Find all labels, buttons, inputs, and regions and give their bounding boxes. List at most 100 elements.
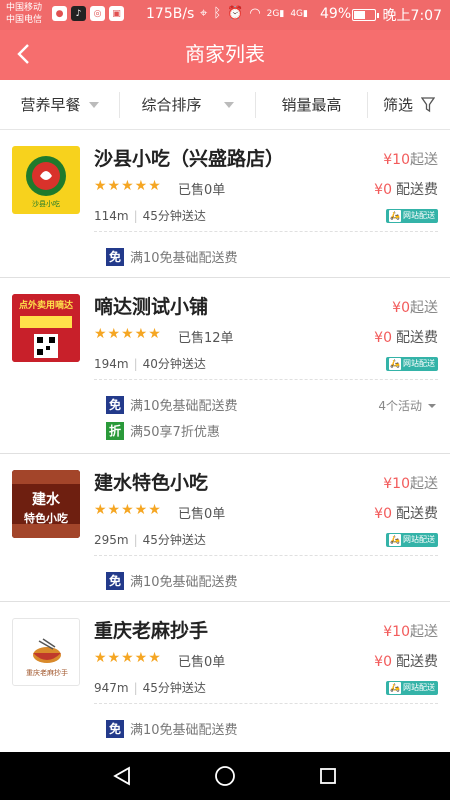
location-icon: ⌖ (200, 6, 208, 21)
merchant-logo: 建水 特色小吃 (12, 470, 80, 538)
scooter-icon: 🛵 (389, 682, 401, 694)
delivery-fee: ¥0 配送费 (374, 182, 438, 198)
merchant-logo: 重庆老麻抄手 (12, 618, 80, 686)
min-order: ¥10起送 (383, 476, 438, 492)
promo-row: 免 满10免基础配送费 (106, 571, 238, 590)
scooter-icon: 🛵 (389, 210, 401, 222)
merchant-list: 沙县小吃 沙县小吃（兴盛路店） ¥10起送 ★★★★★ 已售0单 ¥0 配送费 1… (0, 130, 450, 752)
tiktok-icon: ♪ (71, 6, 86, 21)
rating-stars: ★★★★★ (94, 178, 162, 194)
notification-icons: ● ♪ ◎ ▣ (52, 6, 124, 21)
dida-logo-icon: 点外卖用嘀达 (12, 294, 80, 362)
alarm-icon: ⏰ (227, 6, 244, 21)
page-title: 商家列表 (185, 42, 265, 66)
shaxian-logo-icon: 沙县小吃 (26, 156, 66, 208)
discount-tag: 折 (106, 421, 124, 440)
circle-home-icon (215, 766, 235, 786)
promo-text: 满50享7折优惠 (130, 425, 220, 440)
promo-row: 免 满10免基础配送费 (106, 395, 238, 414)
square-recent-icon (320, 768, 337, 784)
system-nav-bar (0, 752, 450, 800)
promo-row: 免 满10免基础配送费 (106, 719, 238, 738)
scooter-icon: 🛵 (389, 358, 401, 370)
merchant-name: 嘀达测试小铺 (94, 296, 209, 318)
system-icons: ⌖ ᛒ ⏰ ◠ 2G▮ 4G▮ (200, 6, 308, 21)
delivery-badge: 🛵 网站配送 (386, 209, 438, 223)
svg-text:点外卖用嘀达: 点外卖用嘀达 (19, 299, 73, 311)
app-header: 商家列表 (0, 30, 450, 80)
merchant-card[interactable]: 建水 特色小吃 建水特色小吃 ¥10起送 ★★★★★ 已售0单 ¥0 配送费 29… (0, 454, 450, 602)
filter-button[interactable]: 筛选 (368, 92, 450, 118)
network-speed: 175B/s (146, 6, 195, 22)
nav-recent-button[interactable] (313, 761, 343, 791)
carrier-info: 中国移动 中国电信 (6, 2, 42, 26)
signal-icon-2: 4G▮ (290, 8, 308, 19)
back-button[interactable] (8, 39, 38, 69)
chat-icon: ● (52, 6, 67, 21)
divider (94, 703, 438, 704)
free-delivery-tag: 免 (106, 395, 124, 414)
distance-eta: 114m | 45分钟送达 (94, 209, 206, 223)
sales-sort-button[interactable]: 销量最高 (256, 91, 368, 118)
free-delivery-tag: 免 (106, 247, 124, 266)
battery-percent: 49% (320, 6, 352, 22)
gift-icon: ▣ (109, 6, 124, 21)
sold-count: 已售0单 (178, 655, 226, 670)
delivery-fee: ¥0 配送费 (374, 330, 438, 346)
promo-row: 折 满50享7折优惠 (106, 421, 220, 440)
funnel-icon (421, 96, 435, 112)
merchant-card[interactable]: 重庆老麻抄手 重庆老麻抄手 ¥10起送 ★★★★★ 已售0单 ¥0 配送费 947… (0, 602, 450, 752)
divider (94, 231, 438, 232)
min-order: ¥10起送 (383, 152, 438, 168)
nav-back-button[interactable] (107, 761, 137, 791)
sold-count: 已售0单 (178, 507, 226, 522)
svg-text:重庆老麻抄手: 重庆老麻抄手 (26, 668, 68, 677)
carrier-2: 中国电信 (6, 15, 43, 25)
merchant-name: 建水特色小吃 (94, 472, 209, 494)
svg-text:建水: 建水 (32, 491, 61, 508)
merchant-logo: 沙县小吃 (12, 146, 80, 214)
sales-sort-label: 销量最高 (281, 96, 342, 114)
filter-bar: 营养早餐 综合排序 销量最高 筛选 (0, 80, 450, 130)
promo-text: 满10免基础配送费 (130, 575, 238, 590)
delivery-fee: ¥0 配送费 (374, 654, 438, 670)
chevron-down-icon (428, 404, 436, 408)
merchant-card[interactable]: 沙县小吃 沙县小吃（兴盛路店） ¥10起送 ★★★★★ 已售0单 ¥0 配送费 1… (0, 130, 450, 278)
min-order: ¥10起送 (383, 624, 438, 640)
free-delivery-tag: 免 (106, 719, 124, 738)
signal-icon-1: 2G▮ (266, 8, 285, 19)
promo-row: 免 满10免基础配送费 (106, 247, 238, 266)
merchant-logo: 点外卖用嘀达 (12, 294, 80, 362)
category-filter-label: 营养早餐 (20, 96, 81, 114)
battery-icon (352, 9, 379, 21)
rating-stars: ★★★★★ (94, 326, 162, 342)
sort-filter[interactable]: 综合排序 (120, 91, 256, 118)
merchant-name: 重庆老麻抄手 (94, 620, 209, 642)
promo-text: 满10免基础配送费 (130, 399, 238, 414)
jianshui-logo-icon: 建水 特色小吃 (12, 470, 80, 538)
status-bar: 中国移动 中国电信 ● ♪ ◎ ▣ 175B/s ⌖ ᛒ ⏰ ◠ 2G▮ 4G▮… (0, 0, 450, 30)
delivery-badge: 🛵 网站配送 (386, 357, 438, 371)
sold-count: 已售0单 (178, 183, 226, 198)
distance-eta: 947m | 45分钟送达 (94, 681, 206, 695)
filter-label: 筛选 (382, 96, 413, 114)
carrier-1: 中国移动 (6, 3, 43, 13)
merchant-name: 沙县小吃（兴盛路店） (94, 148, 285, 170)
merchant-card[interactable]: 点外卖用嘀达 嘀达测试小铺 ¥0起送 ★★★★★ 已售12单 ¥0 配送费 194… (0, 278, 450, 454)
sold-count: 已售12单 (178, 331, 234, 346)
promo-text: 满10免基础配送费 (130, 251, 238, 266)
promo-text: 满10免基础配送费 (130, 723, 238, 738)
delivery-badge: 🛵 网站配送 (386, 533, 438, 547)
min-order: ¥0起送 (392, 300, 438, 316)
chaoshou-logo-icon: 重庆老麻抄手 (26, 638, 68, 677)
app-icon: ◎ (90, 6, 105, 21)
scooter-icon: 🛵 (389, 534, 401, 546)
free-delivery-tag: 免 (106, 571, 124, 590)
divider (94, 379, 438, 380)
nav-home-button[interactable] (210, 761, 240, 791)
activities-toggle[interactable]: 4个活动 (378, 397, 436, 414)
category-filter[interactable]: 营养早餐 (0, 91, 120, 118)
chevron-down-icon (88, 101, 99, 108)
chevron-left-icon (17, 44, 29, 64)
wifi-icon: ◠ (249, 6, 261, 21)
